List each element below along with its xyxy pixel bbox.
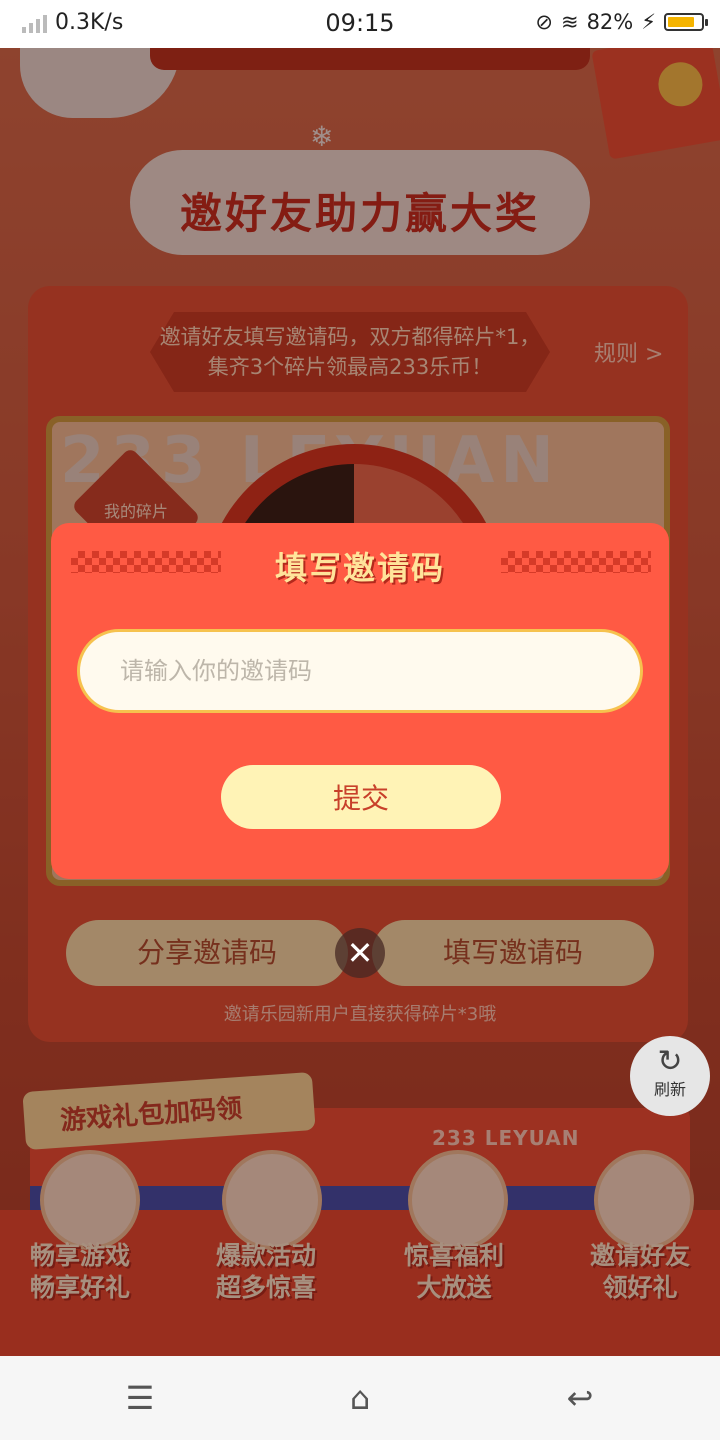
dialog-title: 填写邀请码 xyxy=(274,549,445,587)
battery-percent: 82% xyxy=(586,10,634,34)
battery-fill xyxy=(668,17,695,27)
charging-icon: ⚡ xyxy=(641,10,656,34)
status-bar: 0.3K/s 09:15 ⊘ ≋ 82% ⚡ xyxy=(0,0,720,48)
app-screen: 0.3K/s 09:15 ⊘ ≋ 82% ⚡ ❄ ❄ 邀好友助力赢大奖 邀请好友… xyxy=(0,0,720,1440)
back-icon[interactable]: ↩ xyxy=(550,1374,610,1422)
refresh-icon: ↻ xyxy=(657,1044,683,1079)
no-nfc-icon: ⊘ xyxy=(535,10,553,34)
battery-icon xyxy=(664,13,708,31)
home-icon[interactable]: ⌂ xyxy=(330,1374,390,1422)
refresh-button[interactable]: ↻ 刷新 xyxy=(630,1036,710,1116)
refresh-label: 刷新 xyxy=(653,1080,686,1099)
wifi-icon: ≋ xyxy=(560,10,579,34)
invite-code-dialog: 填写邀请码 提交 xyxy=(51,523,669,879)
navigation-bar: ☰ ⌂ ↩ xyxy=(0,1356,720,1440)
status-right: ⊘ ≋ 82% ⚡ xyxy=(535,10,708,34)
close-icon[interactable]: ✕ xyxy=(335,928,385,978)
invite-code-input[interactable] xyxy=(77,629,643,713)
menu-icon[interactable]: ☰ xyxy=(110,1374,170,1422)
submit-button[interactable]: 提交 xyxy=(221,765,501,829)
